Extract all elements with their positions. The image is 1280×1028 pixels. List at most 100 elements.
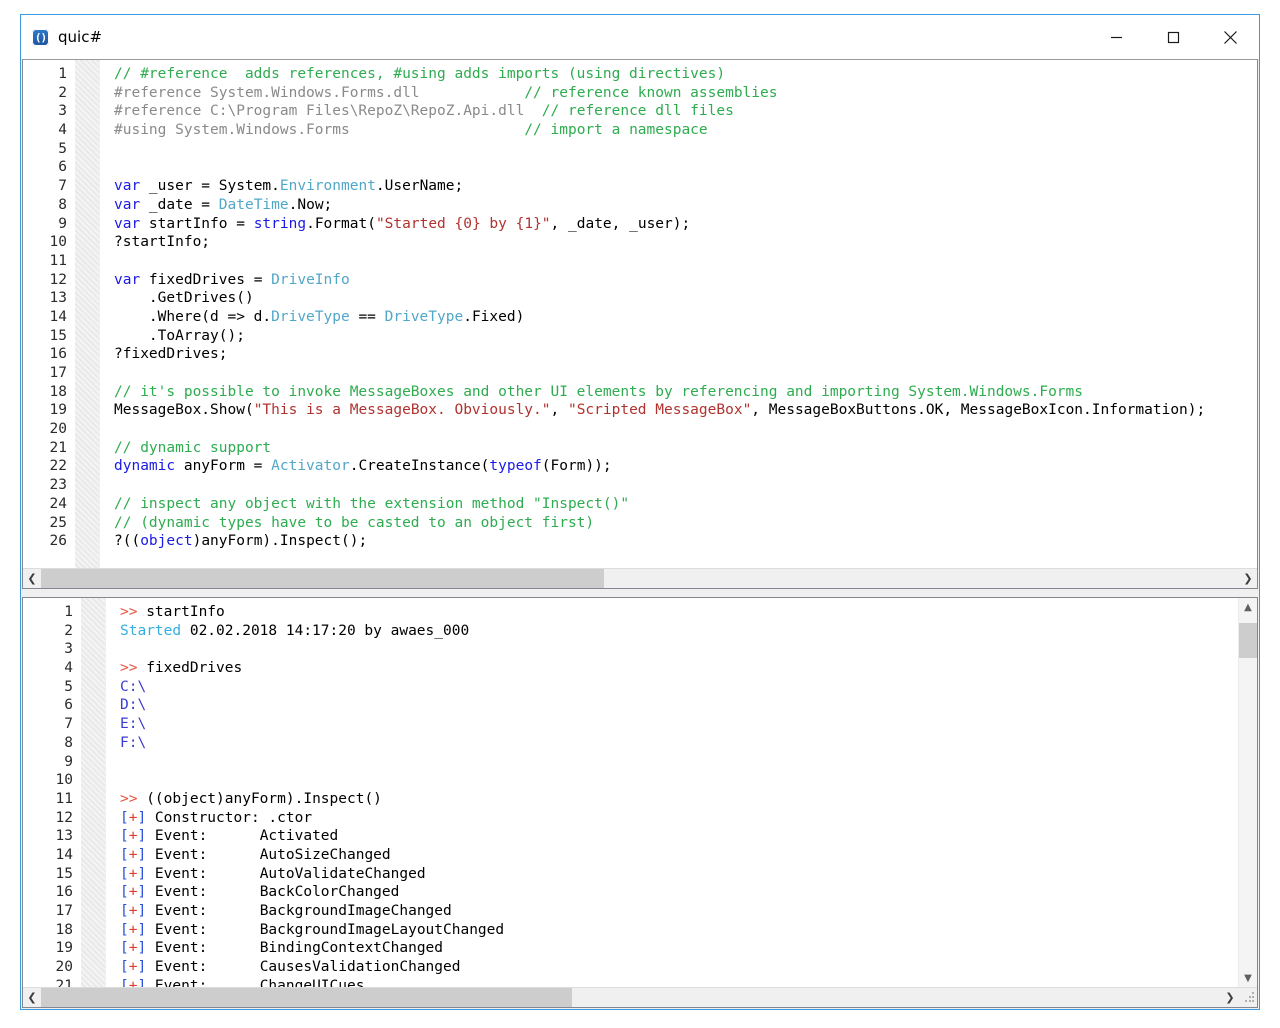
code-line[interactable]: [+] Event: BackgroundImageChanged xyxy=(120,902,1238,921)
output-vscroll-track[interactable] xyxy=(1239,616,1257,969)
code-line[interactable]: #reference System.Windows.Forms.dll // r… xyxy=(114,84,1257,103)
code-line[interactable]: [+] Event: CausesValidationChanged xyxy=(120,958,1238,977)
code-line[interactable]: var startInfo = string.Format("Started {… xyxy=(114,215,1257,234)
script-horizontal-scrollbar[interactable]: ❮ ❯ xyxy=(23,568,1257,588)
line-number: 11 xyxy=(49,252,67,269)
token-bracket: ] xyxy=(137,977,147,987)
code-line[interactable]: var _user = System.Environment.UserName; xyxy=(114,177,1257,196)
script-text-area[interactable]: // #reference adds references, #using ad… xyxy=(100,60,1257,568)
pane-splitter[interactable] xyxy=(21,589,1259,597)
token-plain: fixedDrives = xyxy=(140,271,272,288)
token-comment: // inspect any object with the extension… xyxy=(114,495,630,512)
code-line[interactable] xyxy=(120,753,1238,772)
code-line[interactable]: [+] Event: BackColorChanged xyxy=(120,883,1238,902)
code-line[interactable] xyxy=(114,420,1257,439)
token-keyword: typeof xyxy=(489,458,542,475)
code-line[interactable] xyxy=(114,252,1257,271)
script-hscroll-thumb[interactable] xyxy=(41,569,605,588)
code-line[interactable]: // it's possible to invoke MessageBoxes … xyxy=(114,383,1257,402)
line-number: 20 xyxy=(55,959,73,976)
code-line[interactable]: var _date = DateTime.Now; xyxy=(114,196,1257,215)
code-line[interactable]: [+] Event: BackgroundImageLayoutChanged xyxy=(120,921,1238,940)
line-number: 19 xyxy=(55,940,73,957)
code-line[interactable]: Started 02.02.2018 14:17:20 by awaes_000 xyxy=(120,622,1238,641)
code-line[interactable]: // dynamic support xyxy=(114,439,1257,458)
output-text-area[interactable]: >> startInfo Started 02.02.2018 14:17:20 … xyxy=(106,598,1238,987)
code-line[interactable]: F:\ xyxy=(120,734,1238,753)
chevron-left-icon[interactable]: ❮ xyxy=(23,988,41,1007)
code-line[interactable]: ?fixedDrives; xyxy=(114,345,1257,364)
code-line[interactable]: ?startInfo; xyxy=(114,233,1257,252)
chevron-right-icon[interactable]: ❯ xyxy=(1221,988,1239,1007)
output-horizontal-scrollbar[interactable]: ❮ ❯ xyxy=(23,987,1257,1007)
script-fold-margin[interactable] xyxy=(75,60,100,568)
window-controls xyxy=(1088,15,1259,59)
close-button[interactable] xyxy=(1202,15,1259,59)
code-line[interactable]: ?((object)anyForm).Inspect(); xyxy=(114,532,1257,551)
code-line[interactable] xyxy=(114,364,1257,383)
output-console-pane[interactable]: 1 2 3 4 5 6 7 8 9 10 11 12 13 14 15 16 17 18 19 20 21 >> sta… xyxy=(22,597,1258,1008)
maximize-button[interactable] xyxy=(1145,15,1202,59)
code-line[interactable] xyxy=(114,476,1257,495)
code-line[interactable]: >> fixedDrives xyxy=(120,659,1238,678)
window-resize-grip[interactable] xyxy=(1239,988,1257,1007)
code-line[interactable]: .Where(d => d.DriveType == DriveType.Fix… xyxy=(114,308,1257,327)
code-line[interactable]: MessageBox.Show("This is a MessageBox. O… xyxy=(114,401,1257,420)
code-line[interactable] xyxy=(120,771,1238,790)
line-number: 3 xyxy=(64,641,73,658)
code-line[interactable]: [+] Event: ChangeUICues xyxy=(120,977,1238,987)
chevron-down-icon[interactable]: ▼ xyxy=(1239,969,1257,987)
code-line[interactable]: [+] Event: AutoSizeChanged xyxy=(120,846,1238,865)
token-plain: ?(( xyxy=(114,533,141,550)
code-line[interactable]: #reference C:\Program Files\RepoZ\RepoZ.… xyxy=(114,102,1257,121)
token-comment: // it's possible to invoke MessageBoxes … xyxy=(114,383,1084,400)
token-plain: , MessageBoxButtons.OK, MessageBoxIcon.I… xyxy=(751,402,1206,419)
chevron-up-icon[interactable]: ▲ xyxy=(1239,598,1257,616)
output-fold-margin[interactable] xyxy=(81,598,106,987)
chevron-right-icon[interactable]: ❯ xyxy=(1239,569,1257,588)
code-line[interactable]: [+] Event: AutoValidateChanged xyxy=(120,865,1238,884)
code-line[interactable]: // #reference adds references, #using ad… xyxy=(114,65,1257,84)
output-vscroll-thumb[interactable] xyxy=(1239,623,1257,659)
code-line[interactable]: >> ((object)anyForm).Inspect() xyxy=(120,790,1238,809)
token-plain: )anyForm).Inspect(); xyxy=(192,533,368,550)
code-line[interactable]: .GetDrives() xyxy=(114,289,1257,308)
token-plain: .ToArray(); xyxy=(114,327,245,344)
script-hscroll-track[interactable] xyxy=(41,569,1239,588)
output-hscroll-thumb[interactable] xyxy=(41,988,572,1007)
chevron-left-icon[interactable]: ❮ xyxy=(23,569,41,588)
code-line[interactable]: [+] Event: Activated xyxy=(120,827,1238,846)
code-line[interactable]: // inspect any object with the extension… xyxy=(114,495,1257,514)
line-number: 10 xyxy=(55,772,73,789)
output-vertical-scrollbar[interactable]: ▲ ▼ xyxy=(1238,598,1257,987)
code-line[interactable]: C:\ xyxy=(120,678,1238,697)
line-number: 8 xyxy=(64,734,73,751)
code-line[interactable]: dynamic anyForm = Activator.CreateInstan… xyxy=(114,457,1257,476)
code-line[interactable] xyxy=(120,640,1238,659)
script-editor-pane[interactable]: 1 2 3 4 5 6 7 8 9 10 11 12 13 14 15 16 17 18 19 20 21 22 23 24 2… xyxy=(22,59,1258,589)
code-line[interactable] xyxy=(114,158,1257,177)
token-string: "Started {0} by {1}" xyxy=(375,215,551,232)
code-line[interactable]: // (dynamic types have to be casted to a… xyxy=(114,514,1257,533)
output-console-content[interactable]: 1 2 3 4 5 6 7 8 9 10 11 12 13 14 15 16 17 18 19 20 21 >> sta… xyxy=(23,598,1257,987)
code-line[interactable] xyxy=(114,140,1257,159)
code-line[interactable]: E:\ xyxy=(120,715,1238,734)
output-hscroll-track[interactable] xyxy=(41,988,1221,1007)
line-number: 8 xyxy=(58,196,67,213)
code-line[interactable]: #using System.Windows.Forms // import a … xyxy=(114,121,1257,140)
script-editor-content[interactable]: 1 2 3 4 5 6 7 8 9 10 11 12 13 14 15 16 17 18 19 20 21 22 23 24 2… xyxy=(23,60,1257,568)
code-line[interactable]: [+] Constructor: .ctor xyxy=(120,809,1238,828)
line-number: 13 xyxy=(55,828,73,845)
code-line[interactable]: >> startInfo xyxy=(120,603,1238,622)
code-line[interactable]: [+] Event: BindingContextChanged xyxy=(120,939,1238,958)
code-line[interactable]: var fixedDrives = DriveInfo xyxy=(114,271,1257,290)
token-string: "Scripted MessageBox" xyxy=(567,402,752,419)
token-bracket: [ xyxy=(120,884,129,901)
code-line[interactable]: .ToArray(); xyxy=(114,327,1257,346)
token-blue: D:\ xyxy=(120,697,147,714)
token-bracket: [ xyxy=(120,846,129,863)
token-comment: // reference known assemblies xyxy=(524,84,778,101)
minimize-button[interactable] xyxy=(1088,15,1145,59)
line-number: 6 xyxy=(58,159,67,176)
code-line[interactable]: D:\ xyxy=(120,696,1238,715)
